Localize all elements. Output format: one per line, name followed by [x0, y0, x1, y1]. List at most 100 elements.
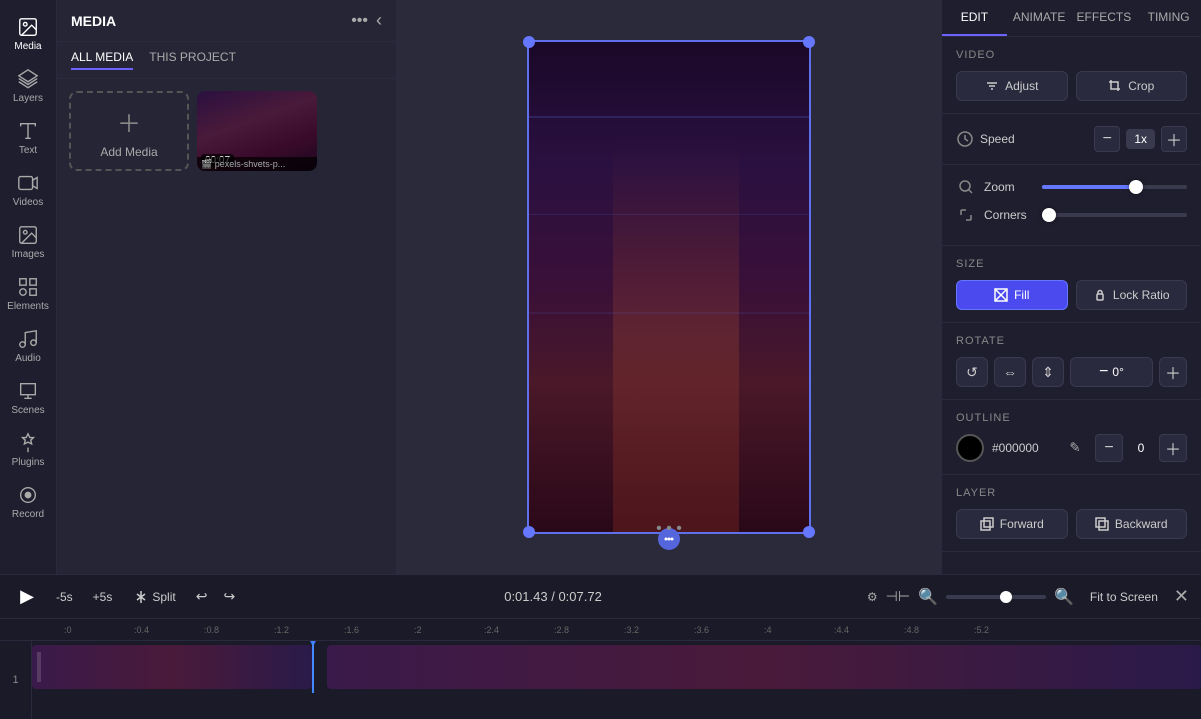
play-icon: ▶ [20, 586, 34, 607]
backward-button[interactable]: Backward [1076, 509, 1188, 539]
zoom-fill [1042, 185, 1136, 189]
fill-label: Fill [1014, 288, 1029, 302]
crop-button[interactable]: Crop [1076, 71, 1188, 101]
speed-increase-button[interactable]: ＋ [1161, 126, 1187, 152]
thumb-filename: pexels-shvets-p... [215, 159, 286, 169]
sidebar-item-audio[interactable]: Audio [0, 320, 56, 372]
play-button[interactable]: ▶ [12, 582, 42, 612]
ruler-mark-8: :3.2 [624, 625, 694, 635]
rotate-value-display: − 0° [1070, 357, 1153, 387]
zoom-in-button[interactable]: 🔍 [1054, 587, 1074, 607]
sidebar-item-scenes[interactable]: Scenes [0, 372, 56, 424]
zoom-section: Zoom Corners [942, 165, 1201, 246]
playhead[interactable] [312, 641, 314, 693]
tab-all-media[interactable]: ALL MEDIA [71, 50, 133, 70]
outline-picker-button[interactable]: ✎ [1063, 436, 1087, 460]
speed-decrease-button[interactable]: − [1094, 126, 1120, 152]
sidebar-item-plugins[interactable]: Plugins [0, 424, 56, 476]
corners-thumb[interactable] [1042, 208, 1056, 222]
handle-top-left[interactable] [523, 36, 535, 48]
sidebar-item-elements[interactable]: Elements [0, 268, 56, 320]
canvas-more-dots[interactable]: • • • [656, 520, 682, 538]
outline-decrease-button[interactable]: − [1095, 434, 1123, 462]
sidebar-item-media-label: Media [14, 41, 41, 52]
sidebar-item-layers[interactable]: Layers [0, 60, 56, 112]
sidebar-item-videos[interactable]: Videos [0, 164, 56, 216]
crop-label: Crop [1128, 79, 1154, 93]
media-icon [17, 16, 39, 38]
tab-this-project[interactable]: THIS PROJECT [149, 50, 236, 70]
canvas-video[interactable] [529, 42, 809, 532]
handle-bottom-right[interactable] [803, 526, 815, 538]
flip-v-button[interactable]: ⇕ [1032, 357, 1064, 387]
skip-forward-button[interactable]: +5s [87, 586, 119, 608]
video-btn-row: Adjust Crop [956, 71, 1187, 101]
glitch-line-3 [529, 312, 809, 314]
split-tracks-button[interactable]: ⊣⊢ [886, 588, 910, 605]
zoom-slider[interactable] [1042, 185, 1187, 189]
outline-section: OUTLINE #000000 ✎ − 0 ＋ [942, 400, 1201, 475]
handle-top-right[interactable] [803, 36, 815, 48]
outline-increase-button[interactable]: ＋ [1159, 434, 1187, 462]
add-media-box[interactable]: ＋ Add Media [69, 91, 189, 171]
sidebar-item-media[interactable]: Media [0, 8, 56, 60]
zoom-row: Zoom [956, 177, 1187, 197]
timeline-settings-button[interactable]: ⚙ [867, 590, 878, 604]
speed-row: Speed − 1x ＋ [956, 126, 1187, 152]
crop-icon [1108, 79, 1122, 93]
outline-color-swatch[interactable] [956, 434, 984, 462]
zoom-out-button[interactable]: 🔍 [918, 587, 938, 607]
sidebar-item-text[interactable]: Text [0, 112, 56, 164]
ruler-mark-13: :5.2 [974, 625, 1044, 635]
timeline-ruler: :0 :0.4 :0.8 :1.2 :1.6 :2 :2.4 :2.8 :3.2… [0, 619, 1201, 641]
flip-h-button[interactable]: ⇔ [994, 357, 1026, 387]
zoom-slider-timeline[interactable] [946, 595, 1046, 599]
adjust-button[interactable]: Adjust [956, 71, 1068, 101]
zoom-slider-thumb[interactable] [1000, 591, 1012, 603]
close-timeline-button[interactable]: ✕ [1174, 586, 1189, 607]
size-section: SIZE Fill Lock Ratio [942, 246, 1201, 323]
skip-back-button[interactable]: -5s [50, 586, 79, 608]
undo-button[interactable]: ↩ [192, 584, 212, 609]
track-clip-left[interactable] [32, 645, 312, 689]
rotate-ccw-button[interactable]: ↺ [956, 357, 988, 387]
fit-to-screen-button[interactable]: Fit to Screen [1082, 586, 1166, 608]
layer-buttons: Forward Backward [956, 509, 1187, 539]
timeline-controls: ▶ -5s +5s Split ↩ ↪ 0:01.43 / 0:07.72 ⚙ … [0, 575, 1201, 619]
layers-icon [17, 68, 39, 90]
ruler-mark-1: :0.4 [134, 625, 204, 635]
ruler-mark-10: :4 [764, 625, 834, 635]
sidebar-item-images[interactable]: Images [0, 216, 56, 268]
videos-icon [17, 172, 39, 194]
text-icon [17, 120, 39, 142]
rotate-plus-button[interactable]: ＋ [1159, 357, 1187, 387]
glitch-line-1 [529, 116, 809, 118]
track-numbers: 1 [0, 641, 32, 719]
tab-animate[interactable]: ANIMATE [1007, 0, 1072, 36]
audio-icon [17, 328, 39, 350]
media-title: MEDIA [71, 13, 116, 29]
ruler-mark-6: :2.4 [484, 625, 554, 635]
split-button[interactable]: Split [126, 586, 183, 608]
media-thumbnail[interactable]: 00:07 🎬 pexels-shvets-p... [197, 91, 317, 171]
handle-bottom-left[interactable] [523, 526, 535, 538]
zoom-thumb[interactable] [1129, 180, 1143, 194]
media-more-button[interactable]: ••• [351, 12, 368, 30]
fill-button[interactable]: Fill [956, 280, 1068, 310]
track-number-1: 1 [12, 674, 18, 686]
corners-slider[interactable] [1042, 213, 1187, 217]
forward-button[interactable]: Forward [956, 509, 1068, 539]
redo-button[interactable]: ↪ [219, 584, 239, 609]
adjust-label: Adjust [1005, 79, 1038, 93]
video-section-title: VIDEO [956, 49, 1187, 61]
fill-icon [994, 288, 1008, 302]
layer-section: LAYER Forward Backward [942, 475, 1201, 552]
tab-effects[interactable]: EFFECTS [1072, 0, 1137, 36]
sidebar-item-record[interactable]: Record [0, 476, 56, 528]
media-collapse-button[interactable]: ‹ [376, 10, 382, 31]
track-clip-right[interactable] [327, 645, 1201, 689]
tab-timing[interactable]: TIMING [1136, 0, 1201, 36]
add-icon: ＋ [117, 104, 141, 139]
lock-ratio-button[interactable]: Lock Ratio [1076, 280, 1188, 310]
tab-edit[interactable]: EDIT [942, 0, 1007, 36]
